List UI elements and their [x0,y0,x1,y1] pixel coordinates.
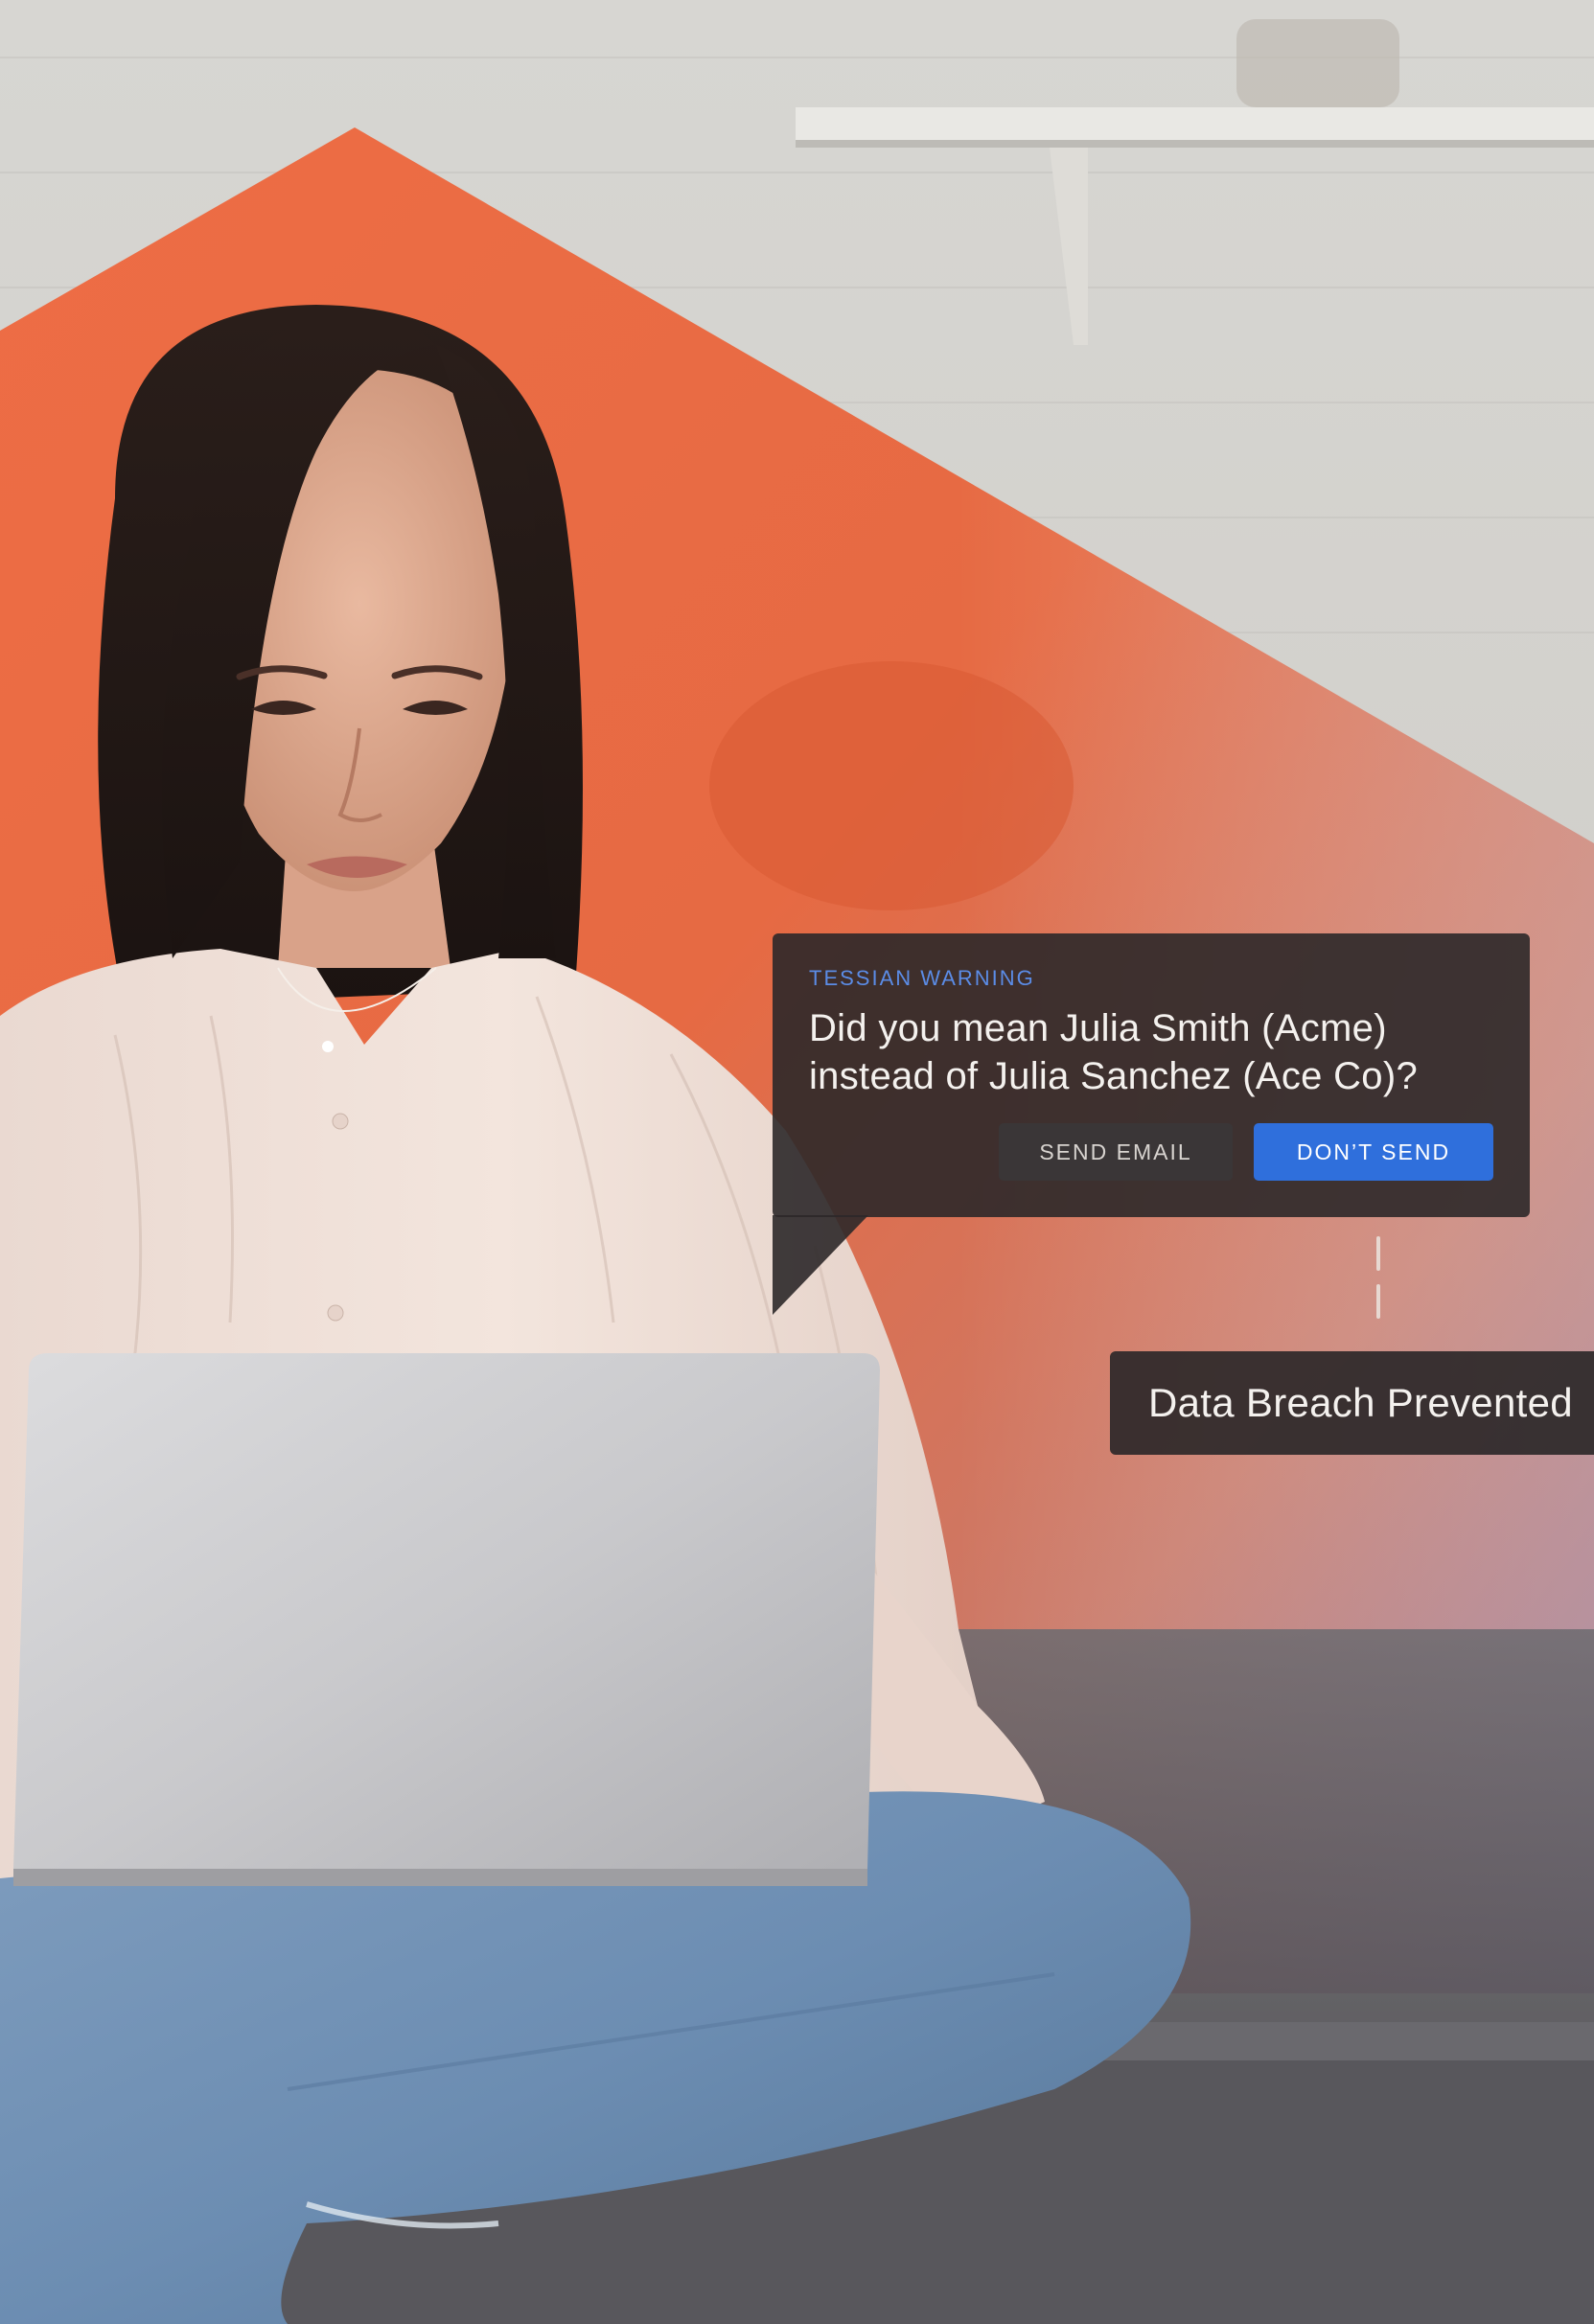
warning-label: TESSIAN WARNING [809,966,1035,990]
data-breach-prevented-badge: Data Breach Prevented [1110,1351,1594,1455]
connector-dash [1376,1284,1380,1319]
tessian-warning-card: TESSIAN WARNING Did you mean Julia Smith… [773,933,1530,1217]
warning-card-tail [773,1215,868,1315]
warning-message-line-1: Did you mean Julia Smith (Acme) [809,1007,1387,1049]
warning-message-line-2: instead of Julia Sanchez (Ace Co)? [809,1055,1418,1097]
dont-send-button[interactable]: DON’T SEND [1254,1123,1493,1181]
connector-dash [1376,1236,1380,1271]
send-email-button[interactable]: SEND EMAIL [999,1123,1233,1181]
warning-actions: SEND EMAIL DON’T SEND [999,1123,1493,1181]
hero-scene: TESSIAN WARNING Did you mean Julia Smith… [0,0,1594,2324]
breach-label: Data Breach Prevented [1148,1380,1573,1425]
